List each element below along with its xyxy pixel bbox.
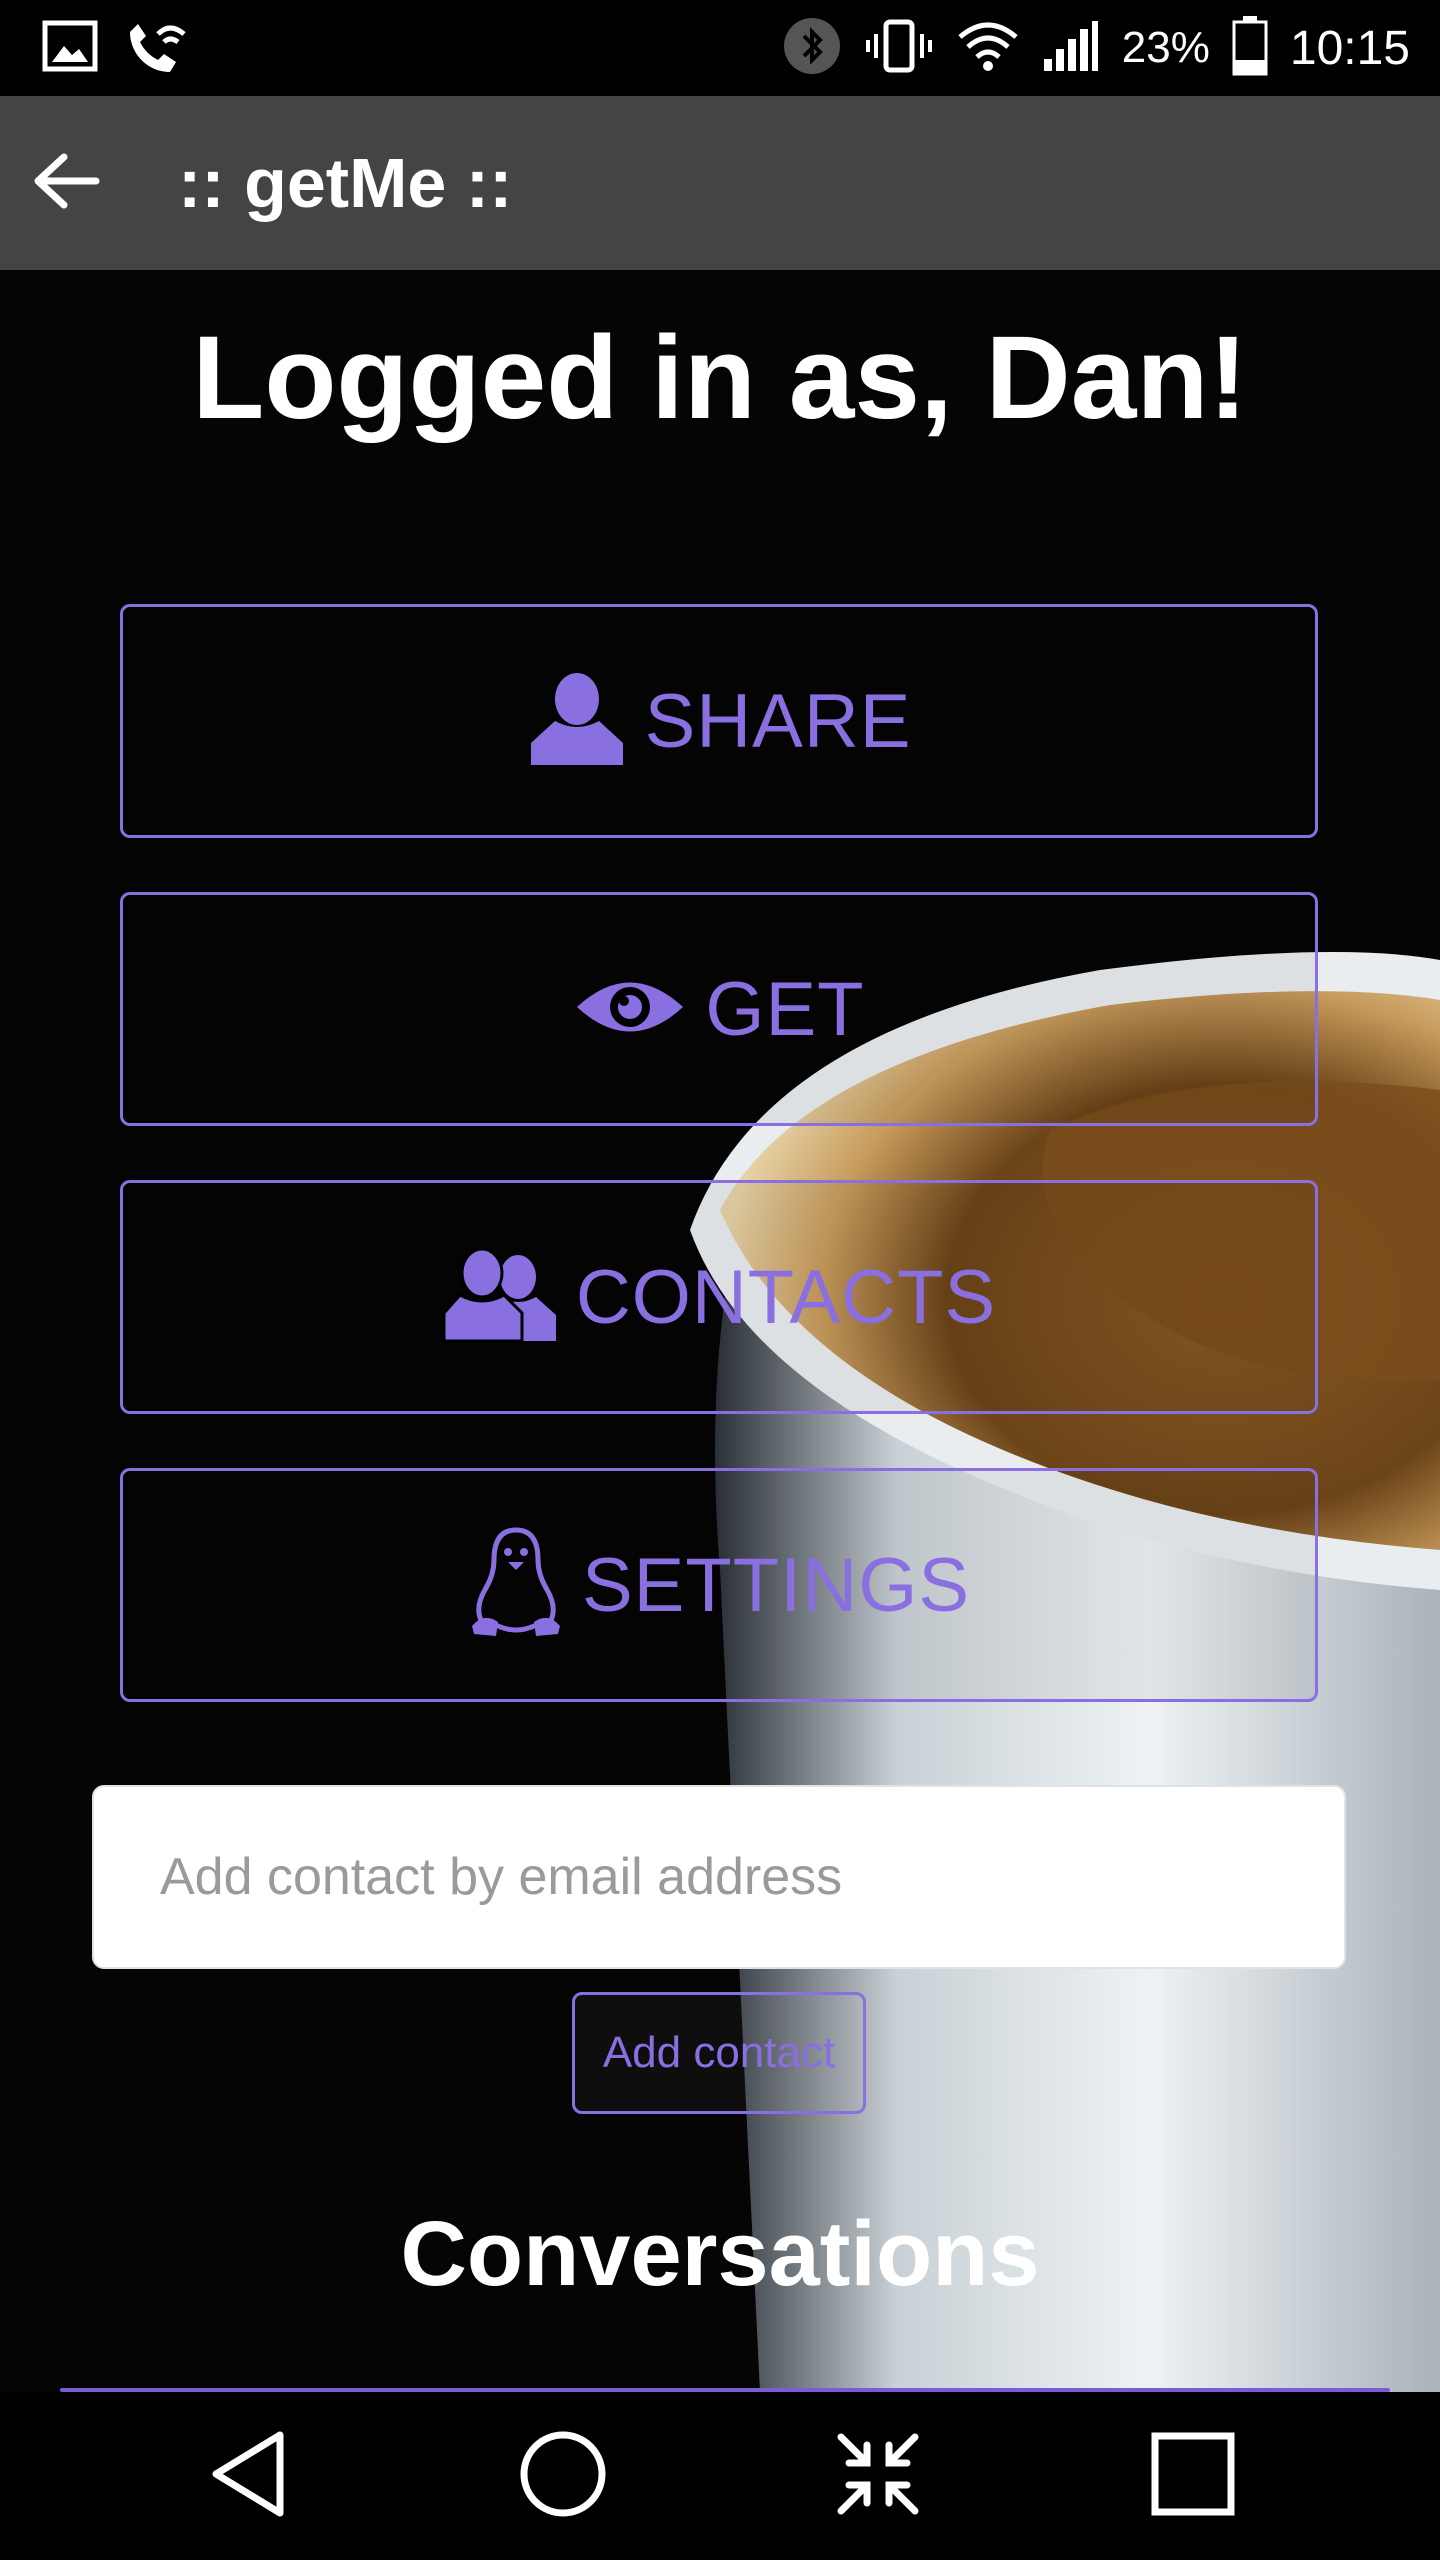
add-contact-button[interactable]: Add contact (572, 1992, 866, 2114)
eye-icon (573, 972, 687, 1047)
person-icon (527, 671, 627, 772)
status-bar-right: 23% 10:15 (782, 15, 1410, 81)
bluetooth-icon (782, 16, 842, 81)
contacts-icon (442, 1247, 558, 1348)
penguin-icon (468, 1526, 564, 1645)
status-bar-left (42, 14, 190, 83)
nav-home-button[interactable] (503, 2416, 623, 2536)
gallery-icon (42, 20, 98, 77)
recents-square-icon (1150, 2431, 1236, 2522)
back-button[interactable] (0, 96, 130, 270)
email-field[interactable] (92, 1785, 1346, 1969)
nav-collapse-button[interactable] (818, 2416, 938, 2536)
contacts-button[interactable]: CONTACTS (120, 1180, 1318, 1414)
navigation-bar (0, 2392, 1440, 2560)
battery-percent: 23% (1121, 23, 1210, 72)
arrow-back-icon (30, 151, 100, 216)
main-content: Logged in as, Dan! SHARE GET CONTACTS SE… (0, 270, 1440, 2392)
signal-icon (1042, 19, 1100, 78)
wifi-calling-icon (120, 14, 190, 83)
clock: 10:15 (1289, 21, 1410, 75)
back-triangle-icon (208, 2429, 288, 2524)
share-label: SHARE (644, 678, 912, 764)
nav-back-button[interactable] (188, 2416, 308, 2536)
share-button[interactable]: SHARE (120, 604, 1318, 838)
home-circle-icon (518, 2429, 608, 2524)
app-bar: :: getMe :: (0, 96, 1440, 270)
wifi-icon (956, 19, 1020, 78)
conversations-heading: Conversations (400, 2203, 1040, 2305)
status-bar: 23% 10:15 (0, 0, 1440, 96)
settings-button[interactable]: SETTINGS (120, 1468, 1318, 1702)
contacts-label: CONTACTS (575, 1254, 997, 1340)
battery-icon (1232, 15, 1268, 81)
app-title: :: getMe :: (178, 144, 513, 222)
nav-recents-button[interactable] (1133, 2416, 1253, 2536)
vibrate-icon (864, 16, 934, 81)
collapse-arrows-icon (835, 2431, 921, 2522)
get-label: GET (705, 966, 865, 1052)
get-button[interactable]: GET (120, 892, 1318, 1126)
settings-label: SETTINGS (581, 1542, 971, 1628)
greeting-heading: Logged in as, Dan! (192, 312, 1248, 444)
